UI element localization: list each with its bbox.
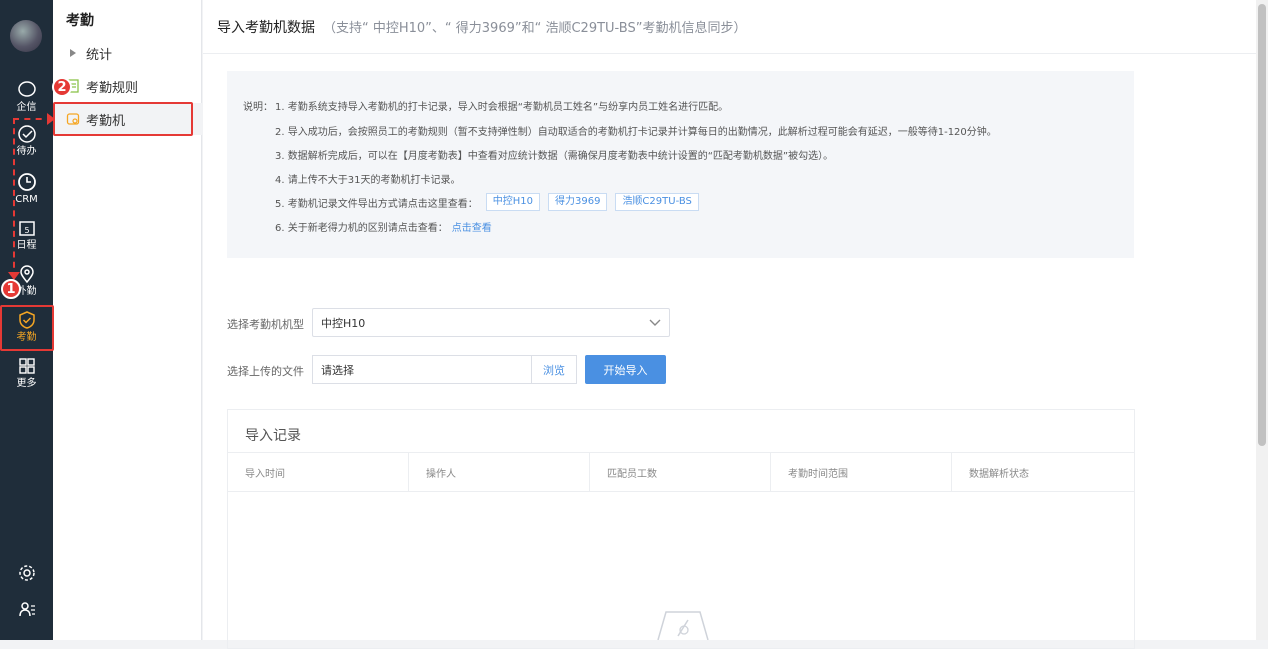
import-records-panel: 导入记录 导入时间 操作人 匹配员工数 考勤时间范围 数据解析状态	[227, 409, 1135, 649]
annotation-highlight-machine	[53, 102, 193, 136]
rail-label: 更多	[16, 378, 37, 389]
instruction-line: 4. 请上传不大于31天的考勤机打卡记录。	[275, 175, 461, 186]
machine-type-value: 中控H10	[321, 316, 366, 330]
sidebar-item-statistics[interactable]: 统计	[53, 37, 202, 69]
records-title: 导入记录	[245, 428, 301, 444]
page-subtitle: （支持“ 中控H10”、“ 得力3969”和“ 浩顺C29TU-BS”考勤机信息…	[323, 21, 747, 36]
rail-label: 企信	[16, 102, 37, 113]
column-header: 匹配员工数	[590, 453, 771, 491]
tag-zk-h10[interactable]: 中控H10	[485, 193, 540, 211]
column-header: 导入时间	[228, 453, 409, 491]
tag-haoshun-c29tu[interactable]: 浩顺C29TU-BS	[615, 193, 699, 211]
annotation-badge-1: 1	[1, 279, 21, 299]
chat-bubble-icon	[17, 81, 36, 97]
annotation-dashed-path	[13, 118, 53, 278]
page-title: 导入考勤机数据	[217, 19, 315, 36]
sidebar-item-rules[interactable]: 考勤规则	[53, 70, 202, 102]
machine-type-select[interactable]: 中控H10	[312, 308, 670, 337]
page-header: 导入考勤机数据 （支持“ 中控H10”、“ 得力3969”和“ 浩顺C29TU-…	[203, 0, 1256, 54]
column-header: 考勤时间范围	[771, 453, 952, 491]
sidebar-item-label: 考勤规则	[86, 80, 139, 96]
start-import-button[interactable]: 开始导入	[585, 355, 666, 384]
rail-item-more[interactable]: 更多	[0, 356, 53, 400]
sidebar-title: 考勤	[66, 13, 94, 29]
upload-file-label: 选择上传的文件	[227, 365, 304, 378]
file-input[interactable]: 请选择	[312, 355, 532, 384]
instruction-line: 5. 考勤机记录文件导出方式请点击这里查看： 中控H10 得力3969 浩顺C2…	[275, 193, 699, 211]
records-table-header: 导入时间 操作人 匹配员工数 考勤时间范围 数据解析状态	[228, 452, 1134, 492]
browse-button[interactable]: 浏览	[531, 355, 577, 384]
rail-contacts[interactable]	[0, 599, 53, 643]
column-header: 操作人	[409, 453, 590, 491]
gear-icon	[18, 565, 35, 581]
machine-type-label: 选择考勤机机型	[227, 318, 304, 331]
avatar[interactable]	[10, 20, 42, 52]
sidebar-item-label: 统计	[86, 47, 113, 63]
column-header: 数据解析状态	[969, 468, 1029, 480]
annotation-highlight-attendance	[0, 305, 54, 351]
attendance-sidebar: 考勤 统计 考勤规则 考勤机	[53, 0, 202, 640]
instructions-panel: 说明： 1. 考勤系统支持导入考勤机的打卡记录，导入时会根据“考勤机员工姓名”与…	[227, 71, 1134, 258]
main-panel: 导入考勤机数据 （支持“ 中控H10”、“ 得力3969”和“ 浩顺C29TU-…	[203, 0, 1256, 649]
instruction-line: 1. 考勤系统支持导入考勤机的打卡记录，导入时会根据“考勤机员工姓名”与纷享内员…	[275, 102, 729, 113]
user-list-icon	[18, 602, 35, 617]
instruction-line: 6. 关于新老得力机的区别请点击查看： 点击查看	[275, 219, 492, 234]
scrollbar-thumb[interactable]	[1258, 4, 1266, 446]
instruction-line: 2. 导入成功后，会按照员工的考勤规则（暂不支持弹性制）自动取适合的考勤机打卡记…	[275, 127, 997, 138]
annotation-badge-2: 2	[52, 77, 72, 97]
grid-icon	[18, 358, 35, 374]
view-difference-link[interactable]: 点击查看	[452, 219, 492, 234]
chevron-down-icon	[649, 319, 661, 326]
instruction-line: 3. 数据解析完成后，可以在【月度考勤表】中查看对应统计数据（需确保月度考勤表中…	[275, 151, 834, 162]
page-scrollbar[interactable]	[1256, 0, 1268, 640]
file-placeholder: 请选择	[321, 363, 354, 377]
caret-right-icon	[66, 46, 80, 60]
empty-state-icon	[657, 611, 709, 640]
tag-deli-3969[interactable]: 得力3969	[547, 193, 608, 211]
instructions-label: 说明：	[243, 102, 273, 113]
